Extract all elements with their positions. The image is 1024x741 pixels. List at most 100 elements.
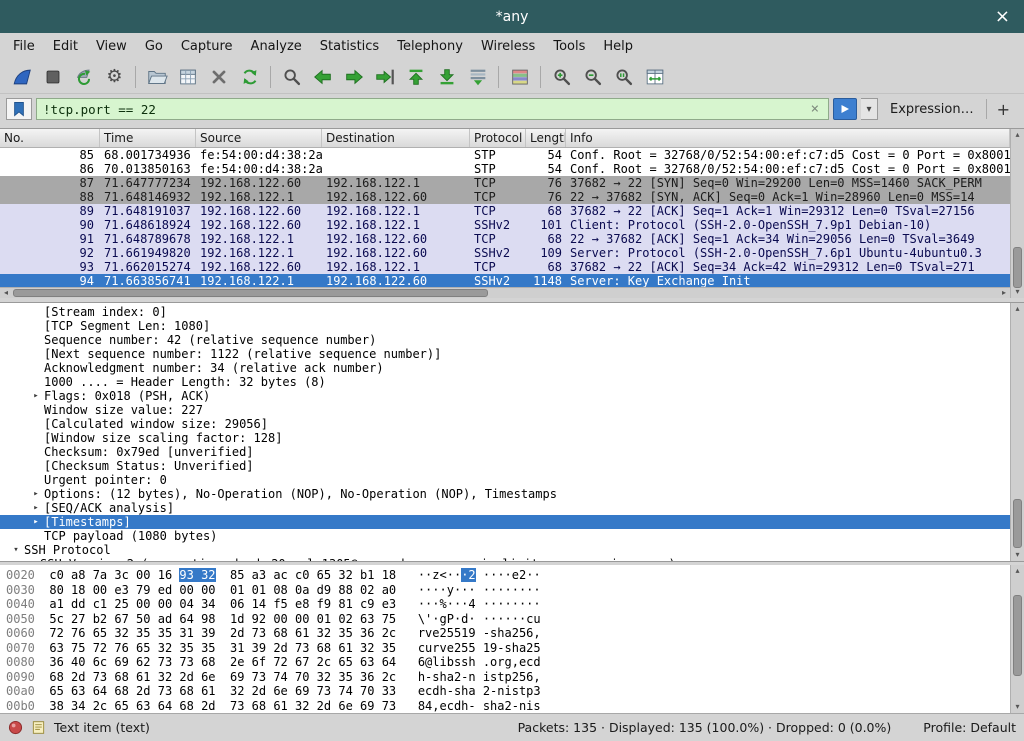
expander-icon[interactable] xyxy=(28,361,44,375)
packet-row[interactable]: 90 71.648618924 192.168.122.60 192.168.1… xyxy=(0,218,1010,232)
menu-item[interactable]: Edit xyxy=(44,35,87,58)
expression-button[interactable]: Expression… xyxy=(882,102,982,117)
open-file-button[interactable] xyxy=(141,63,172,91)
hex-row[interactable]: 0040 a1 dd c1 25 00 00 04 34 06 14 f5 e8… xyxy=(6,597,1010,612)
filter-dropdown-button[interactable]: ▾ xyxy=(861,98,878,120)
vscrollbar-thumb[interactable] xyxy=(1013,499,1022,548)
detail-row[interactable]: [Checksum Status: Unverified] xyxy=(0,459,1010,473)
go-forward-button[interactable] xyxy=(338,63,369,91)
goto-packet-button[interactable] xyxy=(369,63,400,91)
expander-icon[interactable] xyxy=(28,431,44,445)
packet-row[interactable]: 91 71.648789678 192.168.122.1 192.168.12… xyxy=(0,232,1010,246)
expander-icon[interactable]: ▾ xyxy=(8,543,24,557)
expander-icon[interactable] xyxy=(28,445,44,459)
column-header[interactable]: No. xyxy=(0,129,100,147)
hex-row[interactable]: 0070 63 75 72 76 65 32 35 35 31 39 2d 73… xyxy=(6,641,1010,656)
detail-row[interactable]: [Window size scaling factor: 128] xyxy=(0,431,1010,445)
close-file-button[interactable] xyxy=(203,63,234,91)
detail-row[interactable]: [TCP Segment Len: 1080] xyxy=(0,319,1010,333)
expander-icon[interactable]: ▸ xyxy=(28,501,44,515)
detail-row[interactable]: ▸ Flags: 0x018 (PSH, ACK) xyxy=(0,389,1010,403)
detail-row[interactable]: ▸ SSH Version 2 (encryption:chacha20-pol… xyxy=(0,557,1010,561)
capture-options-button[interactable]: ⚙ xyxy=(99,63,130,91)
packet-row[interactable]: 88 71.648146932 192.168.122.1 192.168.12… xyxy=(0,190,1010,204)
detail-row[interactable]: Sequence number: 42 (relative sequence n… xyxy=(0,333,1010,347)
reload-file-button[interactable] xyxy=(234,63,265,91)
hex-row[interactable]: 0090 68 2d 73 68 61 32 2d 6e 69 73 74 70… xyxy=(6,670,1010,685)
title-bar[interactable]: *any × xyxy=(0,0,1024,33)
hex-vscrollbar[interactable]: ▴ ▾ xyxy=(1010,565,1024,713)
hex-row[interactable]: 0080 36 40 6c 69 62 73 73 68 2e 6f 72 67… xyxy=(6,655,1010,670)
expert-info-icon[interactable] xyxy=(8,720,23,735)
detail-row[interactable]: ▾ SSH Protocol xyxy=(0,543,1010,557)
packet-row[interactable]: 89 71.648191037 192.168.122.60 192.168.1… xyxy=(0,204,1010,218)
capture-comment-icon[interactable] xyxy=(31,720,46,735)
scroll-up-icon[interactable]: ▴ xyxy=(1011,565,1024,577)
expander-icon[interactable]: ▸ xyxy=(28,515,44,529)
colorize-button[interactable] xyxy=(504,63,535,91)
expander-icon[interactable]: ▸ xyxy=(28,487,44,501)
column-header[interactable]: Source xyxy=(196,129,322,147)
column-header[interactable]: Length xyxy=(526,129,566,147)
scroll-down-icon[interactable]: ▾ xyxy=(1011,701,1024,713)
expander-icon[interactable]: ▸ xyxy=(24,557,40,561)
go-back-button[interactable] xyxy=(307,63,338,91)
column-header[interactable]: Protocol xyxy=(470,129,526,147)
expander-icon[interactable] xyxy=(28,417,44,431)
packet-row[interactable]: 85 68.001734936 fe:54:00:d4:38:2a STP 54… xyxy=(0,148,1010,162)
detail-row[interactable]: TCP payload (1080 bytes) xyxy=(0,529,1010,543)
detail-row[interactable]: ▸ Options: (12 bytes), No-Operation (NOP… xyxy=(0,487,1010,501)
filter-input[interactable]: !tcp.port == 22 × xyxy=(36,98,829,120)
packet-list-vscrollbar[interactable]: ▴ ▾ xyxy=(1010,129,1024,298)
capture-start-button[interactable] xyxy=(6,63,37,91)
expander-icon[interactable] xyxy=(28,459,44,473)
expander-icon[interactable] xyxy=(28,375,44,389)
expander-icon[interactable]: ▸ xyxy=(28,389,44,403)
scroll-right-icon[interactable]: ▸ xyxy=(998,288,1010,298)
expander-icon[interactable] xyxy=(28,529,44,543)
detail-row[interactable]: ▸ [SEQ/ACK analysis] xyxy=(0,501,1010,515)
filter-bookmark-button[interactable] xyxy=(6,98,32,120)
menu-item[interactable]: View xyxy=(87,35,136,58)
hex-row[interactable]: 00a0 65 63 64 68 2d 73 68 61 32 2d 6e 69… xyxy=(6,684,1010,699)
detail-row[interactable]: [Next sequence number: 1122 (relative se… xyxy=(0,347,1010,361)
expander-icon[interactable] xyxy=(28,319,44,333)
expander-icon[interactable] xyxy=(28,333,44,347)
menu-item[interactable]: File xyxy=(4,35,44,58)
save-file-button[interactable] xyxy=(172,63,203,91)
detail-row[interactable]: Checksum: 0x79ed [unverified] xyxy=(0,445,1010,459)
packet-row[interactable]: 93 71.662015274 192.168.122.60 192.168.1… xyxy=(0,260,1010,274)
detail-row[interactable]: [Calculated window size: 29056] xyxy=(0,417,1010,431)
status-profile[interactable]: Profile: Default xyxy=(923,720,1016,735)
menu-item[interactable]: Help xyxy=(594,35,642,58)
filter-add-button[interactable]: + xyxy=(991,100,1018,119)
scroll-up-icon[interactable]: ▴ xyxy=(1011,303,1024,315)
expander-icon[interactable] xyxy=(28,473,44,487)
menu-item[interactable]: Capture xyxy=(172,35,242,58)
packet-row[interactable]: 94 71.663856741 192.168.122.1 192.168.12… xyxy=(0,274,1010,287)
scroll-left-icon[interactable]: ◂ xyxy=(0,288,12,298)
zoom-out-button[interactable] xyxy=(577,63,608,91)
window-close-button[interactable]: × xyxy=(987,0,1018,33)
hscrollbar-thumb[interactable] xyxy=(13,289,488,297)
scroll-up-icon[interactable]: ▴ xyxy=(1011,129,1024,141)
autoscroll-button[interactable] xyxy=(462,63,493,91)
packet-row[interactable]: 86 70.013850163 fe:54:00:d4:38:2a STP 54… xyxy=(0,162,1010,176)
capture-restart-button[interactable] xyxy=(68,63,99,91)
find-packet-button[interactable] xyxy=(276,63,307,91)
hex-row[interactable]: 00b0 38 34 2c 65 63 64 68 2d 73 68 61 32… xyxy=(6,699,1010,714)
detail-row[interactable]: 1000 .... = Header Length: 32 bytes (8) xyxy=(0,375,1010,389)
hex-row[interactable]: 0020 c0 a8 7a 3c 00 16 93 32 85 a3 ac c0… xyxy=(6,568,1010,583)
expander-icon[interactable] xyxy=(28,305,44,319)
column-header[interactable]: Info xyxy=(566,129,1010,147)
menu-item[interactable]: Go xyxy=(136,35,172,58)
first-packet-button[interactable] xyxy=(400,63,431,91)
menu-item[interactable]: Tools xyxy=(544,35,594,58)
expander-icon[interactable] xyxy=(28,347,44,361)
expander-icon[interactable] xyxy=(28,403,44,417)
hex-row[interactable]: 0050 5c 27 b2 67 50 ad 64 98 1d 92 00 00… xyxy=(6,612,1010,627)
vscrollbar-thumb[interactable] xyxy=(1013,595,1022,676)
last-packet-button[interactable] xyxy=(431,63,462,91)
packet-list-hscrollbar[interactable]: ◂ ▸ xyxy=(0,287,1010,298)
column-header[interactable]: Destination xyxy=(322,129,470,147)
